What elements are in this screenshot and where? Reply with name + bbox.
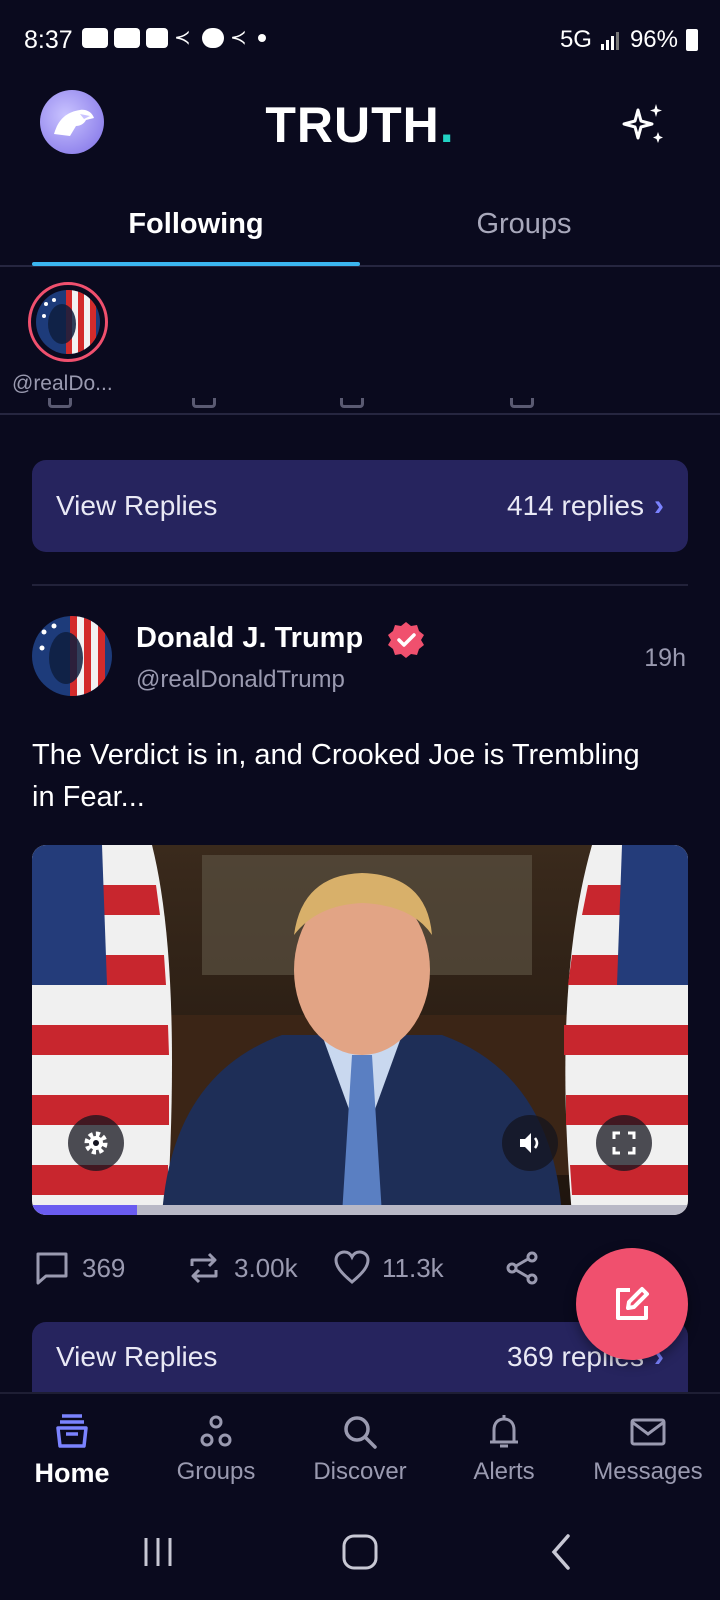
video-progress-bar[interactable] — [32, 1205, 688, 1215]
repost-icon — [190, 1252, 218, 1284]
video-player[interactable] — [32, 845, 688, 1215]
signal-icon — [600, 32, 619, 50]
video-fullscreen-button[interactable] — [596, 1115, 652, 1171]
view-replies-button[interactable]: View Replies 414 replies › — [32, 460, 688, 552]
nav-home[interactable]: Home — [0, 1412, 144, 1489]
groups-icon — [200, 1415, 232, 1447]
heart-icon — [334, 1250, 370, 1284]
nav-label: Home — [34, 1458, 110, 1488]
status-time: 8:37 — [24, 26, 73, 54]
search-icon — [344, 1416, 377, 1449]
reply-button[interactable]: 369 — [32, 1248, 125, 1288]
video-settings-button[interactable] — [68, 1115, 124, 1171]
back-icon[interactable] — [540, 1530, 584, 1574]
youtube-notification-icon — [82, 28, 108, 48]
notification-icons: ≺ ≺ — [82, 28, 266, 48]
like-count: 11.3k — [382, 1252, 444, 1283]
mail-icon — [630, 1418, 666, 1446]
tab-active-indicator — [32, 262, 360, 266]
share-button[interactable] — [502, 1248, 542, 1288]
volume-icon — [520, 1133, 539, 1153]
more-notifications-dot-icon — [258, 34, 266, 42]
compose-icon — [616, 1287, 649, 1320]
nav-label: Groups — [176, 1458, 256, 1485]
verified-badge-icon — [388, 622, 424, 658]
app-logo: TRUTH. — [0, 96, 720, 154]
nav-label: Discover — [313, 1458, 407, 1485]
recent-apps-icon[interactable] — [136, 1530, 180, 1574]
nav-alerts[interactable]: Alerts — [432, 1412, 576, 1486]
video-progress-fill — [32, 1205, 137, 1215]
tab-groups[interactable]: Groups — [344, 208, 704, 241]
reply-count: 369 — [82, 1252, 126, 1283]
like-button[interactable]: 11.3k — [332, 1248, 444, 1288]
gear-icon — [84, 1131, 108, 1155]
system-navigation-bar — [0, 1500, 720, 1600]
story-avatar-image — [36, 290, 100, 354]
video-volume-button[interactable] — [502, 1115, 558, 1171]
story-divider — [0, 413, 720, 415]
bell-icon — [490, 1415, 518, 1448]
nav-label: Messages — [593, 1458, 703, 1485]
nav-discover[interactable]: Discover — [288, 1412, 432, 1486]
author-name[interactable]: Donald J. Trump — [136, 622, 363, 655]
chevron-right-icon: › — [654, 489, 664, 522]
bird-notification-icon: ≺ — [174, 27, 191, 49]
bottom-navigation: Home Groups Discover Alerts Messages — [0, 1392, 720, 1500]
story-avatar[interactable] — [28, 282, 108, 362]
previous-post-actions-partial — [40, 398, 680, 420]
comment-icon — [36, 1252, 68, 1285]
author-avatar[interactable] — [32, 616, 112, 696]
youtube-notification-icon — [114, 28, 140, 48]
status-bar: 8:37 ≺ ≺ 5G 96% — [0, 0, 720, 82]
video-frame — [32, 845, 688, 1215]
view-replies-label: View Replies — [56, 1341, 218, 1372]
battery-icon — [686, 29, 698, 51]
brand-dot: . — [439, 97, 455, 153]
replies-count-text: 414 replies — [507, 490, 644, 521]
network-type: 5G — [559, 26, 592, 53]
battery-percent: 96% — [629, 26, 678, 53]
story-handle: @realDo... — [12, 372, 113, 395]
post-timestamp: 19h — [644, 644, 686, 672]
repost-button[interactable]: 3.00k — [184, 1248, 298, 1288]
brand-name: TRUTH — [265, 97, 440, 153]
calendar-notification-icon — [146, 28, 168, 48]
share-icon — [506, 1251, 538, 1285]
nav-messages[interactable]: Messages — [576, 1412, 720, 1486]
nav-label: Alerts — [473, 1458, 535, 1485]
status-right: 5G 96% — [560, 26, 698, 54]
post-actions: 369 3.00k 11.3k — [32, 1248, 592, 1288]
post-text: The Verdict is in, and Crooked Joe is Tr… — [32, 739, 640, 813]
repost-count: 3.00k — [234, 1252, 298, 1283]
replies-count: 414 replies › — [507, 489, 664, 523]
bird-notification-icon: ≺ — [230, 27, 247, 49]
author-handle[interactable]: @realDonaldTrump — [136, 666, 345, 694]
home-system-icon[interactable] — [338, 1530, 382, 1574]
fullscreen-icon — [612, 1131, 636, 1155]
home-icon — [56, 1414, 88, 1448]
tab-following[interactable]: Following — [16, 208, 376, 241]
post-divider — [32, 584, 688, 586]
compose-post-button[interactable] — [576, 1248, 688, 1360]
cloud-notification-icon — [202, 28, 224, 48]
sparkle-icon[interactable] — [620, 100, 668, 148]
nav-groups[interactable]: Groups — [144, 1412, 288, 1486]
view-replies-label: View Replies — [56, 490, 218, 521]
